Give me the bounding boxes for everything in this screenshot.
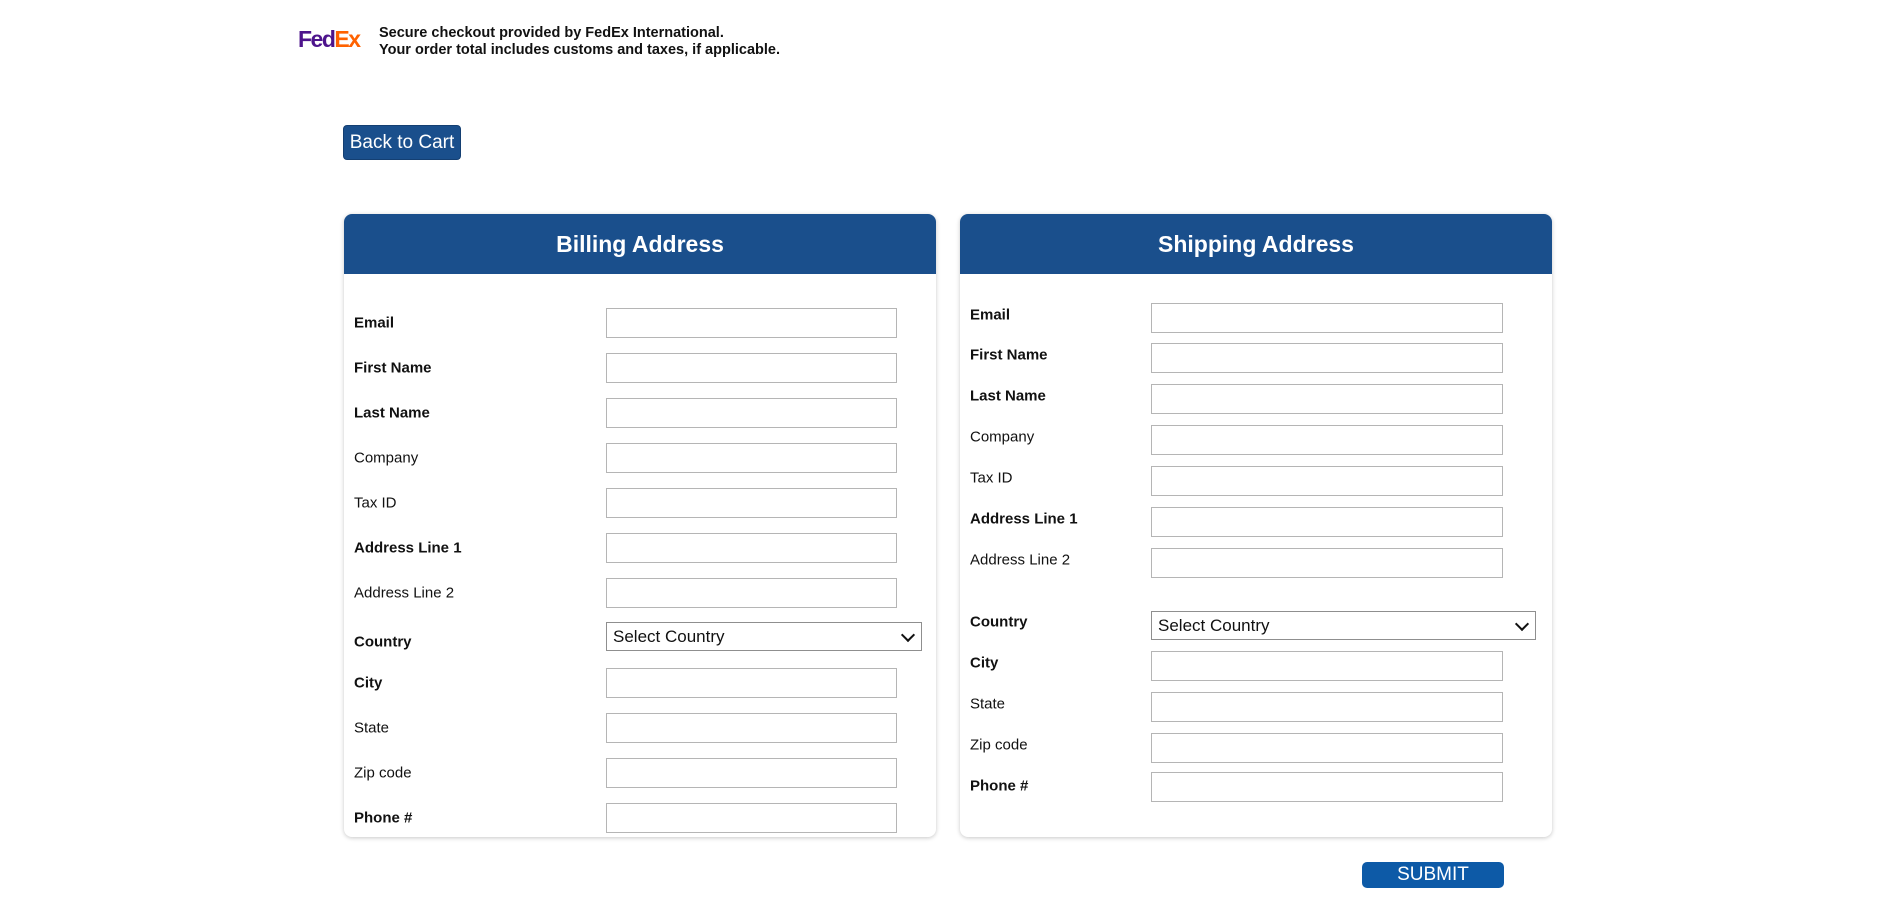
shipping-phone-label: Phone # [970,777,1029,794]
billing-row-last-name: Last Name [344,398,936,428]
billing-phone-input[interactable] [606,803,897,833]
shipping-address-line-1-input[interactable] [1151,507,1503,537]
shipping-first-name-label: First Name [970,346,1048,364]
shipping-state-label: State [970,695,1006,713]
billing-first-name-input[interactable] [606,353,897,383]
shipping-row-email: Email [960,303,1552,333]
billing-address-line-2-label: Address Line 2 [354,584,455,602]
shipping-last-name-label: Last Name [970,387,1046,405]
logo-ex: Ex [334,26,361,52]
notice-line-1: Secure checkout provided by FedEx Intern… [379,25,724,41]
billing-row-address-line-1: Address Line 1 [344,533,936,563]
billing-zip-code-label: Zip code [354,764,412,782]
notice-line-2: Your order total includes customs and ta… [379,42,780,58]
billing-city-label: City [354,674,383,692]
billing-country-label: Country [354,633,412,650]
shipping-row-phone: Phone # [960,772,1552,802]
billing-first-name-label: First Name [354,359,432,377]
billing-address-line-1-label: Address Line 1 [354,539,462,557]
billing-company-label: Company [354,449,419,467]
shipping-state-input[interactable] [1151,692,1503,722]
billing-state-input[interactable] [606,713,897,743]
shipping-zip-code-label: Zip code [970,736,1028,754]
shipping-city-input[interactable] [1151,651,1503,681]
billing-row-company: Company [344,443,936,473]
billing-phone-label: Phone # [354,809,413,827]
shipping-first-name-input[interactable] [1151,343,1503,373]
billing-address-line-1-input[interactable] [606,533,897,563]
logo-fed: Fed [298,26,336,52]
fedex-logo: Fed Ex [298,26,361,52]
billing-tax-id-input[interactable] [606,488,897,518]
billing-country-select[interactable]: Select Country [606,622,922,651]
shipping-address-line-2-input[interactable] [1151,548,1503,578]
secure-checkout-notice: Secure checkout provided by FedEx Intern… [379,25,780,59]
shipping-country-selected: Select Country [1158,615,1270,635]
billing-company-input[interactable] [606,443,897,473]
billing-state-label: State [354,719,390,737]
shipping-tax-id-label: Tax ID [970,469,1013,487]
shipping-country-select[interactable]: Select Country [1151,611,1536,640]
billing-zip-code-input[interactable] [606,758,897,788]
shipping-row-city: City [960,651,1552,681]
billing-tax-id-label: Tax ID [354,494,397,512]
submit-button[interactable]: SUBMIT [1362,862,1504,888]
shipping-address-line-1-label: Address Line 1 [970,510,1078,528]
billing-row-state: State [344,713,936,743]
billing-email-input[interactable] [606,308,897,338]
shipping-zip-code-input[interactable] [1151,733,1503,763]
shipping-address-title: Shipping Address [960,214,1552,274]
shipping-row-zip-code: Zip code [960,733,1552,763]
billing-last-name-label: Last Name [354,404,430,422]
shipping-last-name-input[interactable] [1151,384,1503,414]
shipping-row-tax-id: Tax ID [960,466,1552,496]
billing-country-selected: Select Country [613,626,725,646]
shipping-row-last-name: Last Name [960,384,1552,414]
back-to-cart-button[interactable]: Back to Cart [343,125,461,160]
billing-address-panel: Billing Address Email First Name Last Na… [344,214,936,837]
billing-row-email: Email [344,308,936,338]
chevron-down-icon [1514,616,1530,631]
shipping-row-state: State [960,692,1552,722]
billing-row-first-name: First Name [344,353,936,383]
shipping-phone-input[interactable] [1151,772,1503,802]
shipping-country-label: Country [970,613,1028,630]
billing-city-input[interactable] [606,668,897,698]
billing-email-label: Email [354,314,395,332]
shipping-row-company: Company [960,425,1552,455]
billing-last-name-input[interactable] [606,398,897,428]
billing-row-zip-code: Zip code [344,758,936,788]
shipping-city-label: City [970,654,999,672]
shipping-email-label: Email [970,306,1011,324]
shipping-address-line-2-label: Address Line 2 [970,551,1071,569]
billing-row-country: Country Select Country [344,622,936,652]
shipping-row-address-line-1: Address Line 1 [960,507,1552,537]
billing-row-phone: Phone # [344,803,936,833]
shipping-address-panel: Shipping Address Email First Name Last N… [960,214,1552,837]
shipping-company-label: Company [970,428,1035,446]
billing-address-title: Billing Address [344,214,936,274]
shipping-row-first-name: First Name [960,343,1552,373]
billing-row-tax-id: Tax ID [344,488,936,518]
chevron-down-icon [900,627,916,642]
shipping-company-input[interactable] [1151,425,1503,455]
billing-address-line-2-input[interactable] [606,578,897,608]
shipping-email-input[interactable] [1151,303,1503,333]
shipping-tax-id-input[interactable] [1151,466,1503,496]
shipping-row-address-line-2: Address Line 2 [960,548,1552,578]
shipping-row-country: Country Select Country [960,611,1552,641]
billing-row-city: City [344,668,936,698]
billing-row-address-line-2: Address Line 2 [344,578,936,608]
